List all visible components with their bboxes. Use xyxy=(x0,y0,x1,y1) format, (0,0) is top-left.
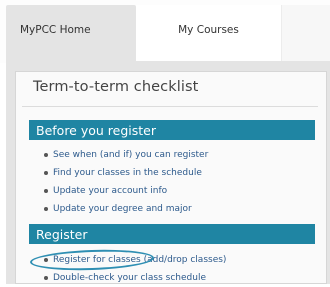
link-update-account-info[interactable]: Update your account info xyxy=(29,182,208,200)
link-register-for-classes[interactable]: Register for classes (add/drop classes) xyxy=(29,251,226,269)
item-label: Update your account info xyxy=(53,186,168,196)
bullet-icon xyxy=(44,258,48,262)
link-double-check-schedule[interactable]: Double-check your class schedule xyxy=(29,269,226,287)
bullet-icon xyxy=(44,171,48,175)
bullet-icon xyxy=(44,276,48,280)
item-label: Update your degree and major xyxy=(53,204,192,214)
bullet-icon xyxy=(44,153,48,157)
checklist-title: Term-to-term checklist xyxy=(33,79,199,95)
tab-mypcc-home[interactable]: MyPCC Home xyxy=(6,5,136,61)
item-label: See when (and if) you can register xyxy=(53,150,209,160)
section-header-register: Register xyxy=(29,224,315,244)
tab-my-courses[interactable]: My Courses xyxy=(136,5,281,61)
tab-mypcc-home-label: MyPCC Home xyxy=(20,24,91,36)
title-divider xyxy=(22,106,318,107)
item-label: Register for classes (add/drop classes) xyxy=(53,255,227,265)
section-header-before-you-register: Before you register xyxy=(29,120,315,140)
top-tab-bar: MyPCC Home My Courses xyxy=(0,0,330,63)
bullet-icon xyxy=(44,207,48,211)
before-register-list: See when (and if) you can register Find … xyxy=(29,146,208,218)
section-header-label: Before you register xyxy=(36,122,156,138)
tab-overflow[interactable] xyxy=(281,5,330,61)
bullet-icon xyxy=(44,189,48,193)
item-label: Find your classes in the schedule xyxy=(53,168,202,178)
section-header-label: Register xyxy=(36,226,88,242)
tab-my-courses-label: My Courses xyxy=(178,24,239,36)
register-list: Register for classes (add/drop classes) … xyxy=(29,251,226,287)
link-update-degree-and-major[interactable]: Update your degree and major xyxy=(29,200,208,218)
item-label: Double-check your class schedule xyxy=(53,273,206,283)
link-see-when-you-can-register[interactable]: See when (and if) you can register xyxy=(29,146,208,164)
link-find-classes-in-schedule[interactable]: Find your classes in the schedule xyxy=(29,164,208,182)
